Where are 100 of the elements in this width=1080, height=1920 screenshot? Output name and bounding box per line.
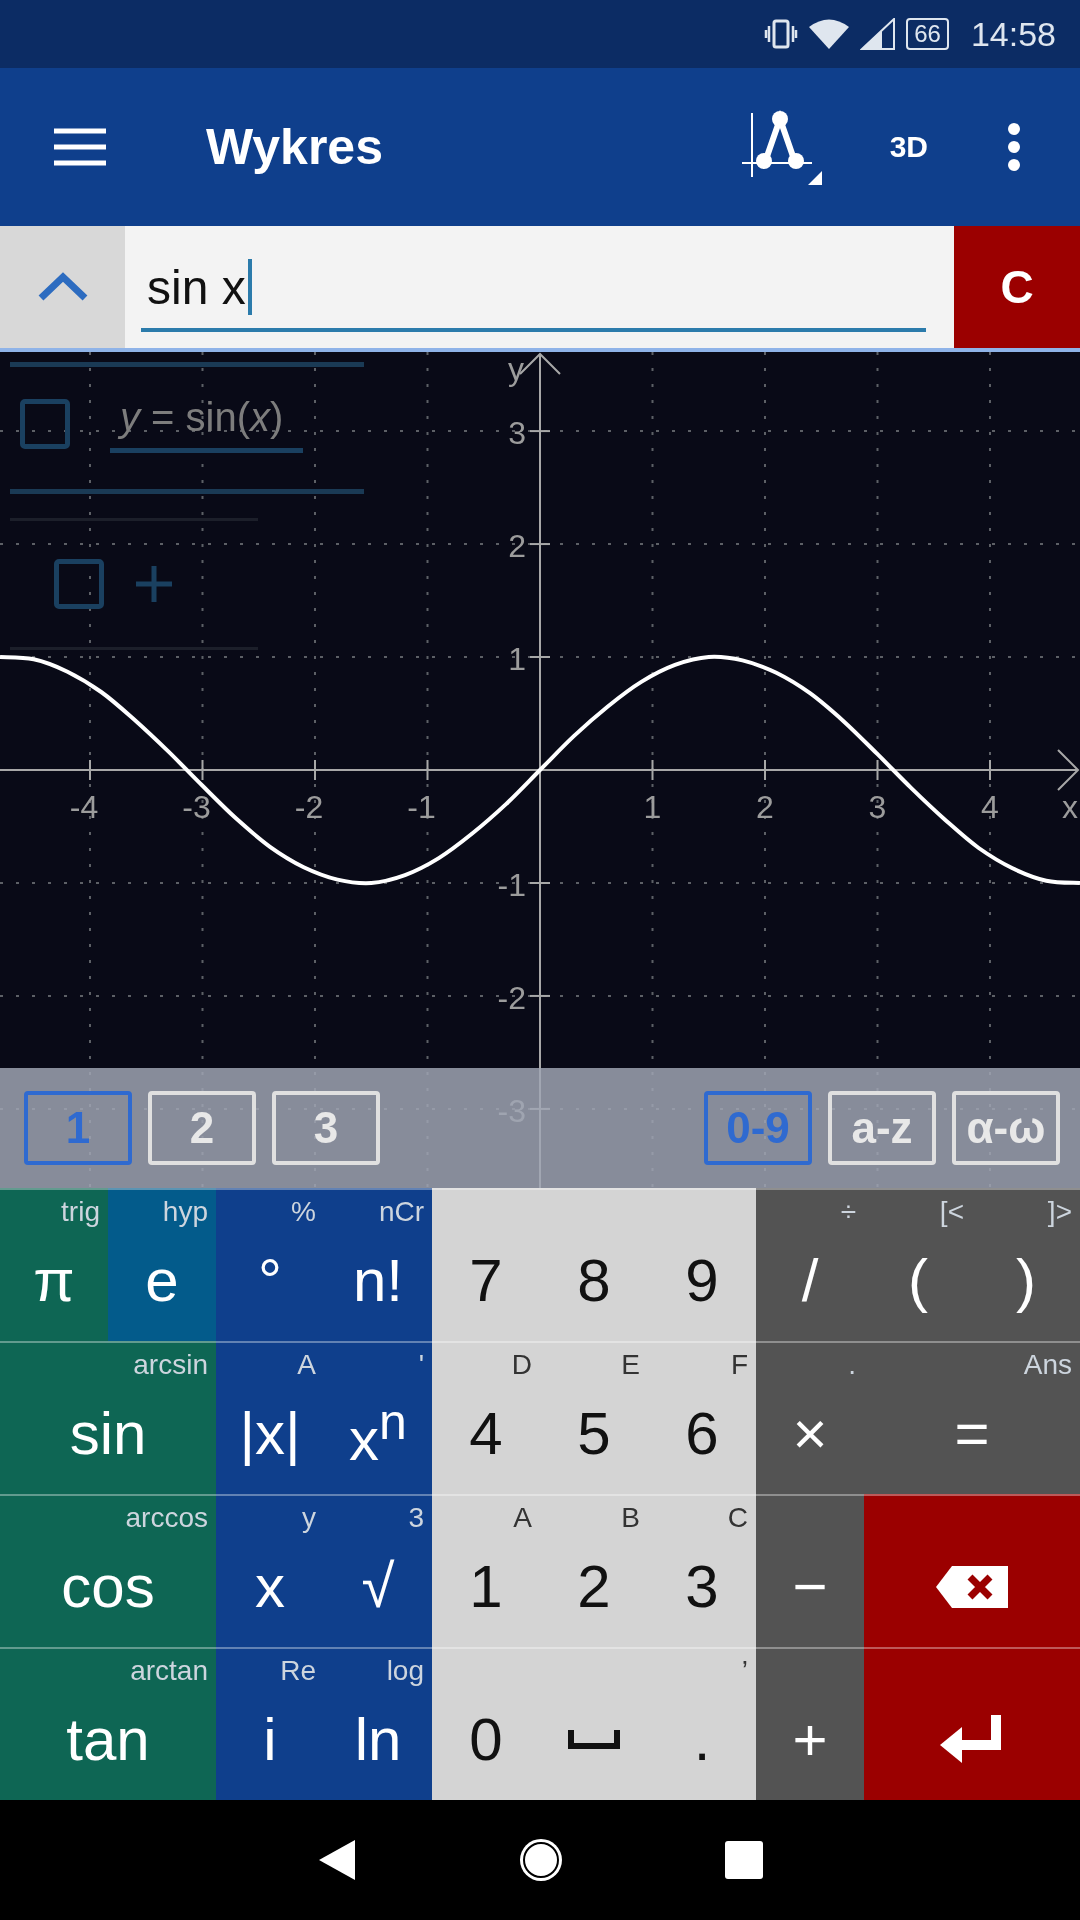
keyboard-key[interactable]: − <box>756 1494 864 1647</box>
key-secondary-label: log <box>386 1655 424 1687</box>
keyboard-key[interactable]: 0 <box>432 1647 540 1800</box>
key-label: 6 <box>685 1399 719 1468</box>
x-tick-label: 4 <box>981 789 999 825</box>
keyboard-key[interactable]: nCr n! <box>324 1188 432 1341</box>
keyboard-key[interactable]: arccos cos <box>0 1494 216 1647</box>
keyboard-key[interactable]: 7 <box>432 1188 540 1341</box>
key-label: = <box>954 1399 990 1468</box>
keyboard-key[interactable]: Ans = <box>864 1341 1080 1494</box>
y-tick-label: -1 <box>497 866 526 903</box>
y-tick-label: 3 <box>508 415 526 452</box>
key-label: i <box>263 1705 277 1774</box>
back-icon[interactable] <box>317 1838 357 1882</box>
key-secondary-label: arctan <box>130 1655 208 1687</box>
x-tick-label: 3 <box>868 789 887 825</box>
clear-button[interactable]: C <box>954 226 1080 348</box>
clock: 14:58 <box>970 14 1056 54</box>
signal-icon <box>860 18 897 50</box>
graph-style-button[interactable] <box>739 109 824 185</box>
keyboard-key[interactable]: B 2 <box>540 1494 648 1647</box>
key-label: 8 <box>577 1246 611 1315</box>
home-icon[interactable] <box>517 1836 565 1884</box>
x-tick-label: -2 <box>294 789 324 825</box>
key-label: |x| <box>239 1399 301 1468</box>
keyboard-key[interactable]: E 5 <box>540 1341 648 1494</box>
keyboard-key[interactable]: arctan tan <box>0 1647 216 1800</box>
algebra-entry[interactable]: y = sin(x) <box>10 362 364 494</box>
key-label: π <box>33 1246 75 1315</box>
vibrate-icon <box>764 17 799 51</box>
keyboard-key[interactable]: Re i <box>216 1647 324 1800</box>
key-label: 1 <box>469 1552 503 1621</box>
x-tick-label: -3 <box>182 789 211 825</box>
key-secondary-label: arccos <box>125 1502 208 1534</box>
key-secondary-label: A <box>513 1502 532 1534</box>
key-secondary-label: ÷ <box>840 1196 856 1228</box>
y-axis-label: y <box>508 352 524 387</box>
keyboard-key[interactable]: A |x| <box>216 1341 324 1494</box>
key-secondary-label: ]> <box>1047 1196 1072 1228</box>
backspace-key[interactable] <box>864 1494 1080 1647</box>
keyboard-key[interactable]: y x <box>216 1494 324 1647</box>
menu-button[interactable] <box>52 127 108 167</box>
keyboard-key[interactable]: trig π <box>0 1188 108 1341</box>
keyboard-key[interactable]: C 3 <box>648 1494 756 1647</box>
plus-icon <box>134 564 174 604</box>
y-tick-label: 1 <box>508 641 526 678</box>
x-tick-label: 2 <box>756 789 774 825</box>
key-secondary-label: 3 <box>408 1502 424 1534</box>
keyboard-key[interactable]: ’ . <box>648 1647 756 1800</box>
keyboard-key[interactable]: % ° <box>216 1188 324 1341</box>
keyboard-key[interactable]: 9 <box>648 1188 756 1341</box>
key-label: 3 <box>685 1552 719 1621</box>
key-secondary-label: A <box>297 1349 316 1381</box>
more-button[interactable] <box>1006 123 1022 171</box>
checkbox[interactable] <box>20 399 70 449</box>
y-tick-label: -2 <box>497 979 526 1016</box>
keyboard-key[interactable]: ÷ / <box>756 1188 864 1341</box>
key-secondary-label: trig <box>61 1196 100 1228</box>
key-label: n! <box>352 1246 403 1315</box>
key-label: 9 <box>685 1246 719 1315</box>
key-secondary-label: E <box>621 1349 640 1381</box>
key-secondary-label: . <box>848 1349 856 1381</box>
keyboard-key[interactable]: hyp e <box>108 1188 216 1341</box>
keyboard-key[interactable]: log ln <box>324 1647 432 1800</box>
key-label: ln <box>354 1705 402 1774</box>
key-secondary-label: y <box>302 1502 316 1534</box>
key-label: x <box>255 1552 285 1621</box>
app-title: Wykres <box>206 118 384 176</box>
keyboard-key[interactable]: 3 √ <box>324 1494 432 1647</box>
key-label: + <box>792 1705 828 1774</box>
backspace-icon <box>936 1565 1008 1608</box>
key-label: 4 <box>469 1399 503 1468</box>
keyboard-key[interactable]: 8 <box>540 1188 648 1341</box>
keyboard-key[interactable]: . × <box>756 1341 864 1494</box>
keyboard-key[interactable]: F 6 <box>648 1341 756 1494</box>
key-label: 2 <box>577 1552 611 1621</box>
key-label: ) <box>1016 1246 1036 1315</box>
keyboard-key[interactable]: arcsin sin <box>0 1341 216 1494</box>
formula-text: y = sin(x) <box>110 395 304 453</box>
more-icon <box>1006 123 1022 171</box>
key-secondary-label: D <box>511 1349 532 1381</box>
key-label: 5 <box>577 1399 611 1468</box>
key-secondary-label: B <box>621 1502 640 1534</box>
keyboard-key[interactable]: A 1 <box>432 1494 540 1647</box>
checkbox[interactable] <box>54 559 104 609</box>
input-field[interactable]: sin x <box>141 246 926 332</box>
key-secondary-label: % <box>291 1196 316 1228</box>
keyboard-key[interactable]: ' x$^{n}$ <box>324 1341 432 1494</box>
battery-indicator: 66 <box>906 18 949 50</box>
3d-button[interactable]: 3D <box>889 130 928 164</box>
chevron-up-icon <box>36 272 89 302</box>
keyboard-key[interactable]: + <box>756 1647 864 1800</box>
x-tick-label: -4 <box>69 789 99 825</box>
key-secondary-label: ’ <box>741 1655 748 1687</box>
keyboard-key[interactable]: ]> ) <box>972 1188 1080 1341</box>
keyboard-key[interactable]: [< ( <box>864 1188 972 1341</box>
enter-key[interactable] <box>864 1647 1080 1800</box>
collapse-button[interactable] <box>0 226 125 348</box>
keyboard-key[interactable]: D 4 <box>432 1341 540 1494</box>
graph-style-icon <box>739 109 824 185</box>
